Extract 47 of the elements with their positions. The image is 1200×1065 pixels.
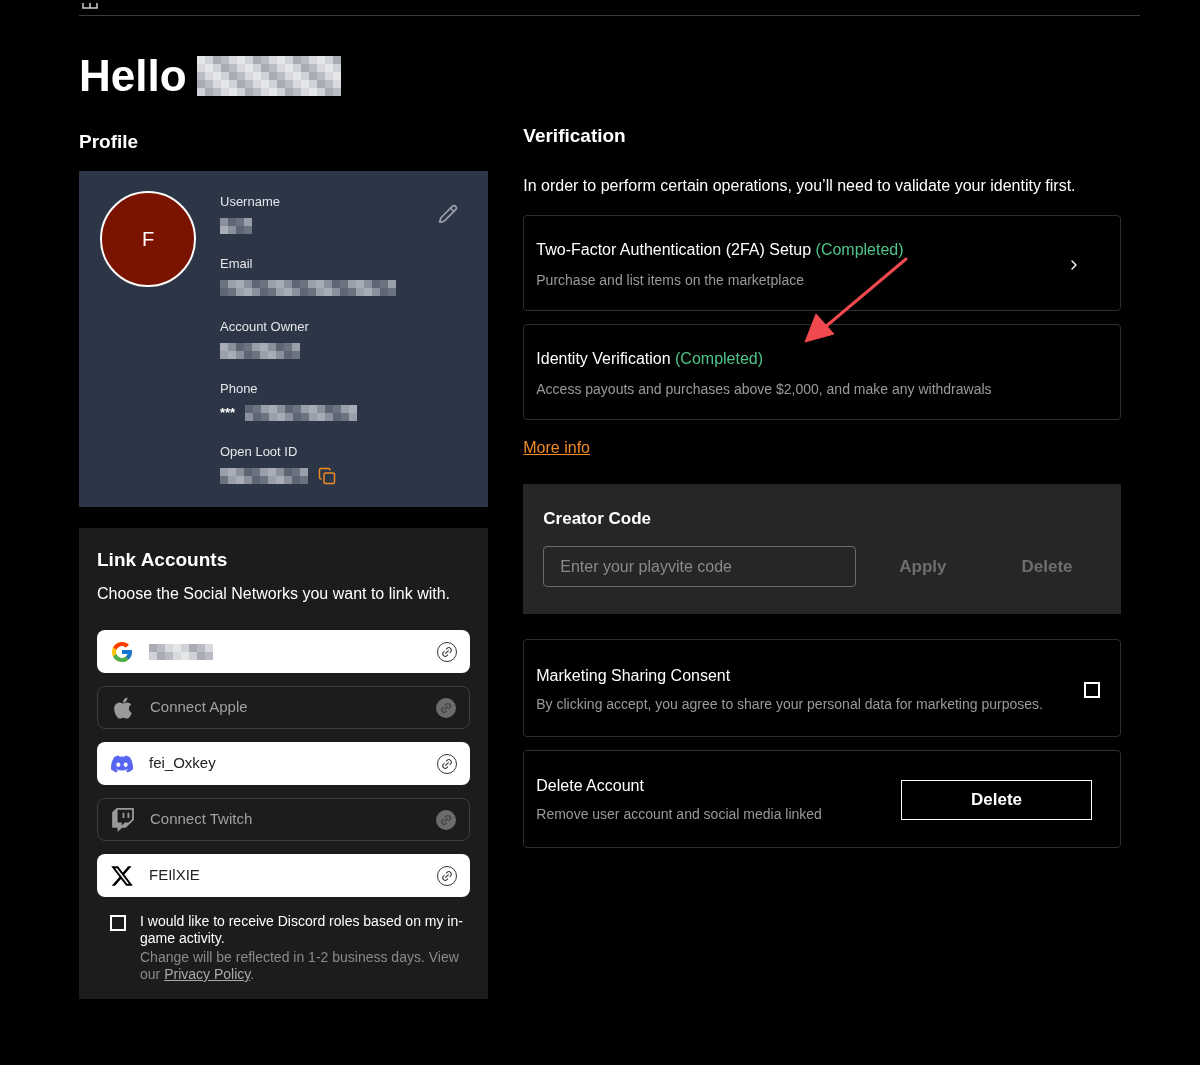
checkbox-label: I would like to receive Discord roles based on my in-game activity. <box>140 913 464 947</box>
delete-account-button[interactable]: Delete <box>901 779 1092 820</box>
google-icon <box>110 639 134 664</box>
x-icon <box>110 863 134 888</box>
social-account-row[interactable]: fei_Oxkey <box>97 742 471 785</box>
card-description: Remove user account and social media linked <box>536 805 823 824</box>
section-intro: In order to perform certain operations, you’ll need to validate your identity first. <box>523 175 1077 196</box>
card-title: Delete Account <box>536 776 645 796</box>
edit-icon[interactable] <box>438 203 459 224</box>
pixelated-text <box>220 217 252 234</box>
account-label: Connect Apple <box>150 697 248 718</box>
twitch-icon <box>111 807 135 832</box>
field-label: Open Loot ID <box>220 442 299 461</box>
verification-description: Access payouts and purchases above $2,000, and make any withdrawals <box>536 380 993 399</box>
helper-text: Change will be reflected in 1-2 business days. View our Privacy Policy. <box>140 949 460 983</box>
creator-code-field[interactable]: Enter your playvite code <box>543 546 857 587</box>
pixelated-text <box>149 643 213 660</box>
checkbox[interactable] <box>110 915 126 931</box>
section-heading: Link Accounts <box>97 547 229 572</box>
social-account-row[interactable]: Connect Apple <box>97 686 471 729</box>
copy-icon[interactable] <box>318 466 336 485</box>
more-info-link[interactable]: More info <box>523 435 590 460</box>
field-label: Email <box>220 255 254 273</box>
verification-description: Purchase and list items on the marketplace <box>536 271 805 290</box>
section-heading: Verification <box>523 124 627 148</box>
account-label: fei_Oxkey <box>149 753 216 774</box>
grid-icon[interactable] <box>82 3 98 9</box>
panel-heading: Creator Code <box>543 507 652 530</box>
avatar: F <box>100 190 196 287</box>
verification-card[interactable]: Two-Factor Authentication (2FA) Setup (Completed) Purchase and list items on the marketplace <box>523 214 1121 311</box>
social-account-row[interactable]: FEIlXIE <box>97 854 471 897</box>
verification-title: Identity Verification (Completed) <box>536 349 765 369</box>
account-label: FEIlXIE <box>149 865 200 886</box>
greeting-title: Hello <box>79 54 187 98</box>
card-title: Marketing Sharing Consent <box>536 666 732 686</box>
account-label: Connect Twitch <box>150 809 253 830</box>
field-label: Phone <box>220 380 259 398</box>
checkbox[interactable] <box>1084 681 1100 698</box>
section-subtitle: Choose the Social Networks you want to link with. <box>97 584 452 604</box>
field-label: Username <box>220 192 281 211</box>
field-value: *** <box>220 404 236 423</box>
apple-icon <box>111 695 135 720</box>
card-description: By clicking accept, you agree to share your personal data for marketing purposes. <box>536 695 1044 714</box>
field-label: Account Owner <box>220 317 310 336</box>
verification-title: Two-Factor Authentication (2FA) Setup (Completed) <box>536 240 905 260</box>
social-account-row[interactable]: Connect Twitch <box>97 798 471 841</box>
section-heading: Profile <box>79 130 140 154</box>
